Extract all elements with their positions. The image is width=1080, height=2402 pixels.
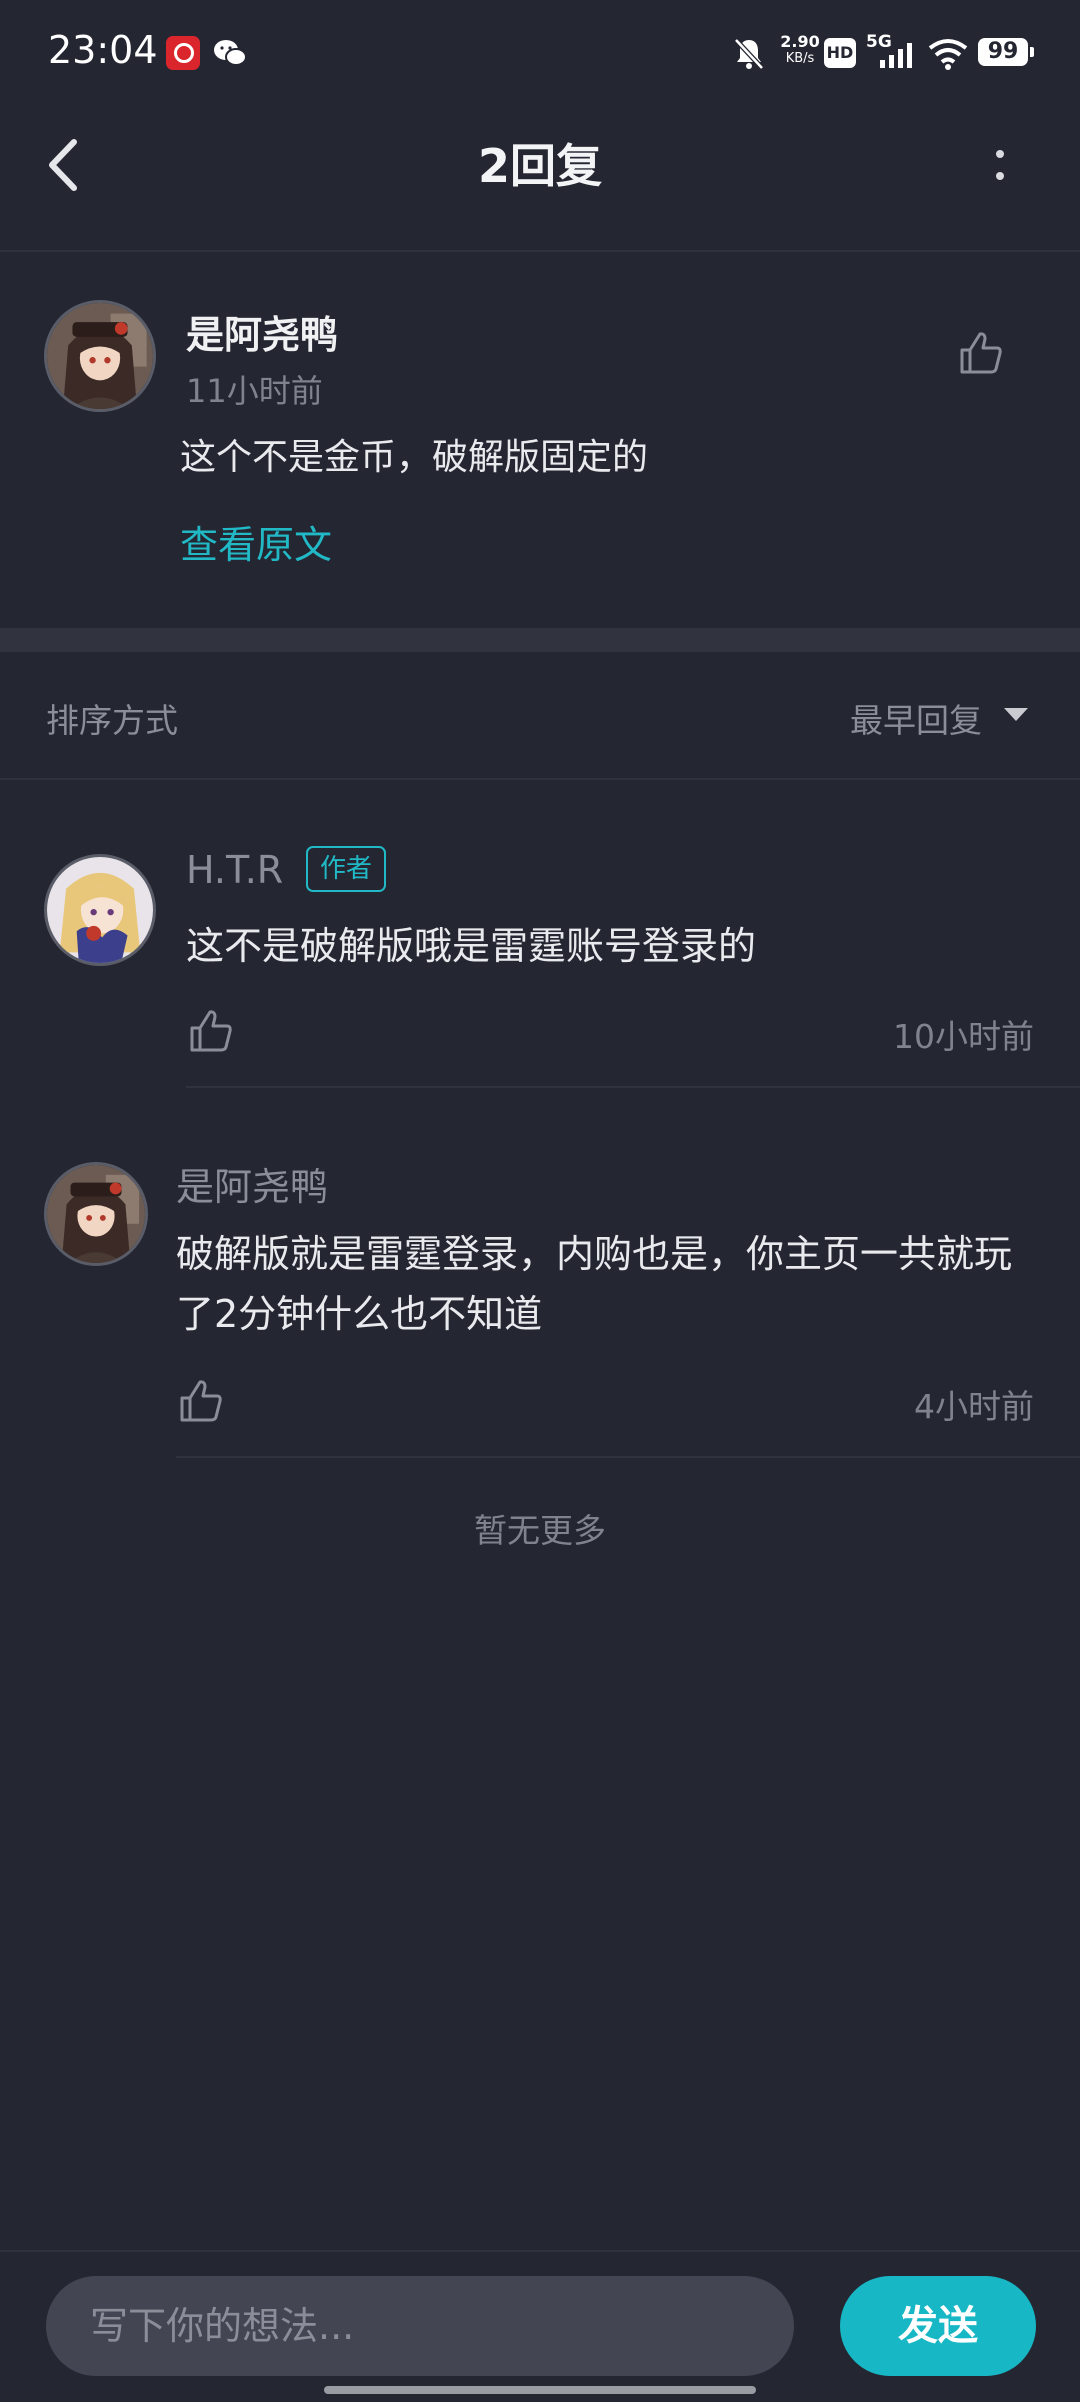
page-title: 2回复 bbox=[477, 139, 602, 193]
net-speed: 2.90 KB/s bbox=[780, 32, 820, 66]
hd-badge: HD bbox=[824, 38, 856, 68]
reply-time: 10小时前 bbox=[893, 1017, 1034, 1056]
wifi-icon bbox=[928, 39, 968, 70]
reply-text: 破解版就是雷霆登录，内购也是，你主页一共就玩了2分钟什么也不知道 bbox=[176, 1232, 1013, 1336]
mute-bell-icon bbox=[734, 38, 764, 70]
reply-author-name[interactable]: 是阿尧鸭 bbox=[176, 1156, 328, 1211]
sort-dropdown[interactable]: 最早回复 bbox=[850, 694, 982, 742]
author-badge: 作者 bbox=[306, 846, 387, 892]
avatar[interactable] bbox=[44, 300, 156, 412]
post-author-name[interactable]: 是阿尧鸭 bbox=[186, 304, 338, 359]
header-divider bbox=[0, 250, 1080, 252]
no-more-text: 暂无更多 bbox=[474, 1511, 606, 1550]
status-bar: 23:04 2.90 KB/s HD 5G 99 bbox=[0, 0, 1080, 110]
post-text: 这个不是金币，破解版固定的 bbox=[180, 437, 649, 478]
reply-text: 这不是破解版哦是雷霆账号登录的 bbox=[186, 924, 757, 968]
status-time: 23:04 bbox=[48, 28, 158, 72]
comment-input[interactable] bbox=[46, 2276, 794, 2376]
dropdown-caret-icon[interactable] bbox=[1004, 708, 1028, 721]
reply-divider bbox=[186, 1086, 1080, 1088]
view-original-link[interactable]: 查看原文 bbox=[180, 514, 332, 569]
sort-label: 排序方式 bbox=[46, 701, 178, 740]
avatar[interactable] bbox=[44, 1162, 148, 1266]
thumbs-up-icon[interactable] bbox=[958, 330, 1004, 376]
netease-music-icon bbox=[166, 36, 200, 70]
reply-divider bbox=[176, 1456, 1080, 1458]
reply-time: 4小时前 bbox=[914, 1387, 1034, 1426]
wechat-icon bbox=[214, 40, 247, 66]
battery-icon: 99 bbox=[978, 38, 1034, 66]
home-indicator[interactable] bbox=[324, 2386, 756, 2394]
more-vertical-icon[interactable] bbox=[980, 136, 1020, 196]
thumbs-up-icon[interactable] bbox=[188, 1008, 234, 1054]
reply-author-name[interactable]: H.T.R bbox=[186, 848, 283, 892]
sort-divider bbox=[0, 778, 1080, 780]
signal-icon bbox=[880, 43, 912, 68]
post-time: 11小时前 bbox=[186, 372, 323, 410]
avatar[interactable] bbox=[44, 854, 156, 966]
thumbs-up-icon[interactable] bbox=[178, 1378, 224, 1424]
send-button[interactable]: 发送 bbox=[840, 2276, 1036, 2376]
section-separator bbox=[0, 628, 1080, 652]
